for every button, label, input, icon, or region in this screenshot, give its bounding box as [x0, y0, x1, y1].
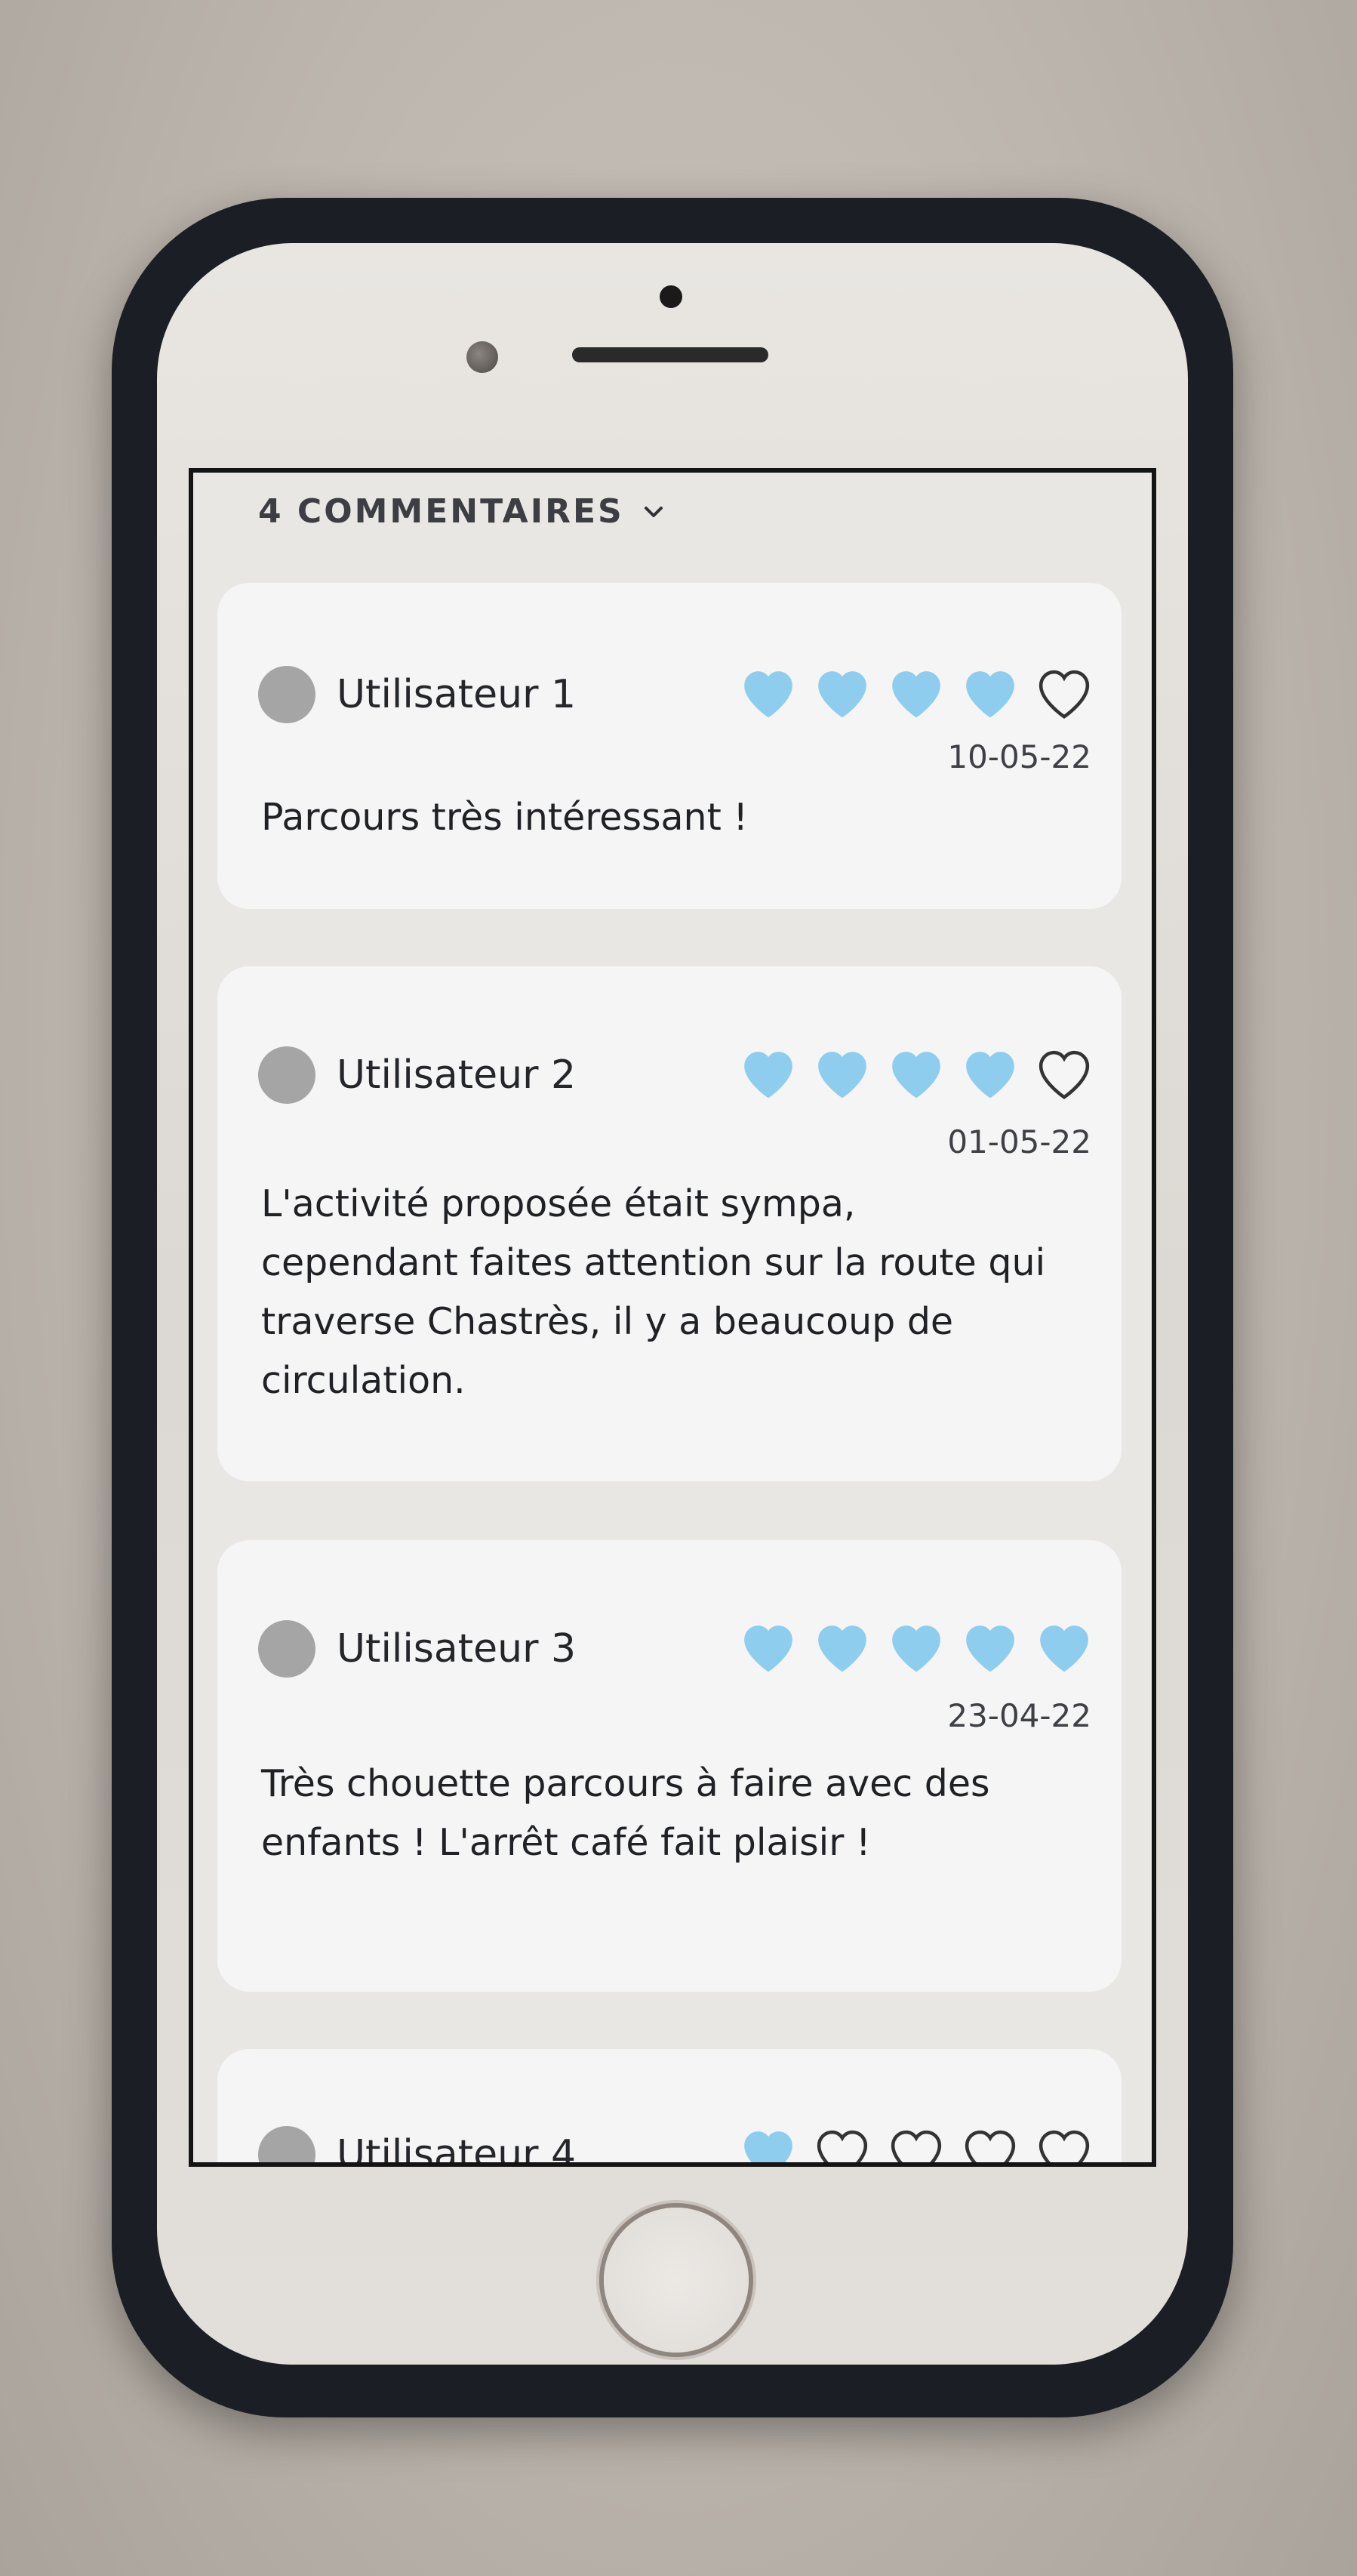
- heart-filled-icon: [744, 1625, 792, 1672]
- home-button[interactable]: [604, 2208, 749, 2353]
- comment-date: 10-05-22: [947, 738, 1091, 775]
- avatar: [258, 1620, 315, 1678]
- phone-screen: 4 COMMENTAIRES Utilisateur 1 10-05-22 Pa…: [193, 473, 1152, 2162]
- heart-filled-icon: [892, 671, 940, 718]
- heart-filled-icon: [818, 1625, 866, 1672]
- avatar: [258, 666, 315, 723]
- comments-count-title: 4 COMMENTAIRES: [258, 492, 624, 531]
- comment-text: Parcours très intéressant !: [261, 796, 749, 839]
- comment-card: Utilisateur 2 01-05-22 L'activité propos…: [217, 966, 1122, 1481]
- comment-text: L'activité proposée était sympa, cependa…: [261, 1182, 1046, 1402]
- heart-filled-icon: [818, 1052, 866, 1098]
- comments-header[interactable]: 4 COMMENTAIRES: [258, 492, 665, 531]
- heart-filled-icon: [892, 1625, 940, 1672]
- username: Utilisateur 4: [337, 2132, 577, 2162]
- heart-outline-icon: [891, 2130, 942, 2162]
- proximity-sensor: [466, 341, 498, 373]
- comment-card: Utilisateur 3 23-04-22 Très chouette par…: [217, 1540, 1122, 1992]
- heart-filled-icon: [966, 1052, 1014, 1098]
- rating-hearts: [737, 2125, 1096, 2162]
- heart-filled-icon: [744, 671, 792, 718]
- heart-outline-icon: [1039, 1050, 1090, 1099]
- heart-filled-icon: [744, 1052, 792, 1098]
- comment-user: Utilisateur 1: [258, 666, 576, 723]
- username: Utilisateur 3: [337, 1626, 577, 1672]
- earpiece-speaker: [572, 347, 768, 362]
- chevron-down-icon[interactable]: [642, 501, 665, 523]
- comment-user: Utilisateur 3: [258, 1620, 576, 1678]
- heart-filled-icon: [892, 1052, 940, 1098]
- rating-hearts: [737, 1619, 1096, 1678]
- heart-filled-icon: [1040, 1625, 1088, 1672]
- heart-outline-icon: [1039, 2130, 1090, 2162]
- username: Utilisateur 1: [337, 672, 577, 717]
- rating-hearts: [737, 1046, 1096, 1105]
- comment-user: Utilisateur 4: [258, 2126, 576, 2162]
- front-camera: [660, 285, 682, 308]
- comment-user: Utilisateur 2: [258, 1046, 576, 1104]
- avatar: [258, 2126, 315, 2162]
- heart-filled-icon: [966, 1625, 1014, 1672]
- comment-date: 01-05-22: [947, 1123, 1091, 1160]
- username: Utilisateur 2: [337, 1052, 577, 1098]
- heart-outline-icon: [817, 2130, 868, 2162]
- avatar: [258, 1046, 315, 1104]
- heart-filled-icon: [744, 2131, 792, 2162]
- rating-hearts: [737, 665, 1096, 724]
- comment-date: 23-04-22: [947, 1697, 1091, 1734]
- heart-filled-icon: [966, 671, 1014, 718]
- heart-outline-icon: [965, 2130, 1016, 2162]
- comment-card: Utilisateur 1 10-05-22 Parcours très int…: [217, 583, 1122, 909]
- heart-outline-icon: [1039, 670, 1090, 719]
- heart-filled-icon: [818, 671, 866, 718]
- comment-text: Très chouette parcours à faire avec des …: [261, 1762, 990, 1864]
- comment-card: Utilisateur 4: [217, 2049, 1122, 2162]
